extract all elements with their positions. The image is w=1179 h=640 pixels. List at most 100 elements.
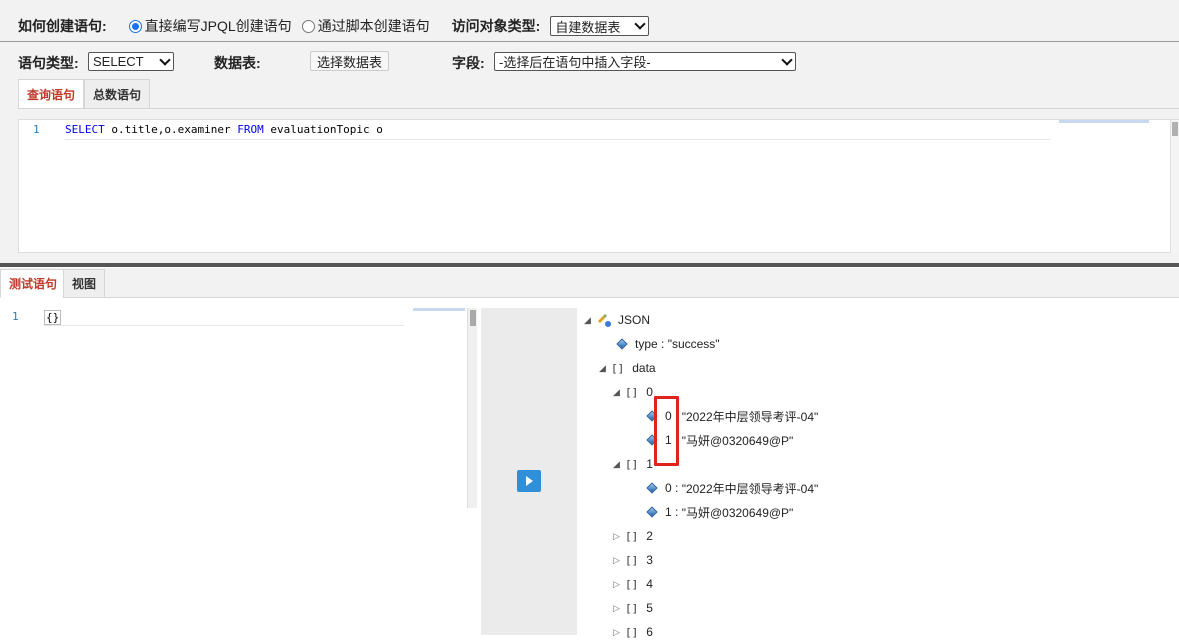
array-icon: [] [625, 457, 639, 471]
leaf-value: "2022年中层领导考评-04" [681, 409, 819, 424]
expand-arrow-icon[interactable]: ◢ [613, 459, 625, 470]
leaf-value: "马妍@0320649@P" [681, 433, 794, 448]
highlight-annotation-box [654, 396, 679, 466]
item-index: 3 [646, 553, 653, 567]
line-number: 1 [33, 123, 40, 136]
divider [0, 41, 1179, 42]
scrollbar-thumb[interactable] [1172, 122, 1178, 136]
field-label: 字段: [452, 55, 485, 71]
keyword-from: FROM [237, 123, 264, 136]
item-index: 4 [646, 577, 653, 591]
tree-node-item[interactable]: ▷ [] 6 [613, 624, 653, 640]
json-tree-view: ◢ JSON type : "success" ◢ [] data ◢ [] 0… [578, 308, 1179, 639]
collapse-arrow-icon[interactable]: ▷ [613, 603, 625, 614]
choose-table-button[interactable]: 选择数据表 [310, 51, 390, 71]
tab-query[interactable]: 查询语句 [18, 79, 85, 109]
minimap[interactable] [413, 308, 465, 311]
expand-arrow-icon[interactable]: ◢ [584, 315, 596, 326]
code-columns: o.title,o.examiner [104, 123, 238, 136]
query-code-editor[interactable]: 1 SELECT o.title,o.examiner FROM evaluat… [18, 119, 1179, 253]
radio-jpql-label[interactable]: 直接编写JPQL创建语句 [145, 16, 292, 36]
access-type-value: 自建数据表 [555, 19, 621, 35]
tree-node-item[interactable]: ▷ [] 5 [613, 600, 653, 616]
array-icon: [] [625, 553, 639, 567]
statement-config-panel: 如何创建语句: 直接编写JPQL创建语句 通过脚本创建语句 访问对象类型: 自建… [0, 0, 1179, 265]
leaf-key: 0 [665, 481, 672, 495]
leaf-value: "马妍@0320649@P" [681, 505, 794, 520]
test-tabs: 测试语句 视图 [0, 268, 1179, 298]
item-index: 0 [646, 385, 653, 399]
editor-scrollbar[interactable] [1170, 120, 1179, 253]
run-button[interactable] [517, 470, 541, 492]
radio-script[interactable] [301, 19, 315, 33]
keyword-select: SELECT [65, 123, 105, 136]
current-line-highlight [44, 309, 404, 326]
collapse-arrow-icon[interactable]: ▷ [613, 579, 625, 590]
collapse-arrow-icon[interactable]: ▷ [613, 531, 625, 542]
value-icon [616, 338, 628, 350]
field-value: -选择后在语句中插入字段- [499, 55, 651, 70]
tab-test[interactable]: 测试语句 [0, 269, 67, 298]
tree-node-data[interactable]: ◢ [] data [599, 360, 656, 376]
array-icon: [] [625, 529, 639, 543]
json-icon [596, 312, 612, 328]
stmt-type-label: 语句类型: [18, 55, 79, 71]
chevron-down-icon [159, 53, 171, 66]
tree-node-root[interactable]: ◢ JSON [584, 312, 650, 328]
tab-underline [18, 108, 1179, 109]
line-number: 1 [12, 310, 19, 323]
tree-node-item[interactable]: ◢ [] 0 [613, 384, 653, 400]
collapse-arrow-icon[interactable]: ▷ [613, 627, 625, 638]
leaf-value: "2022年中层领导考评-04" [681, 481, 819, 496]
array-icon: [] [625, 385, 639, 399]
create-method-row: 如何创建语句: 直接编写JPQL创建语句 通过脚本创建语句 访问对象类型: 自建… [18, 14, 650, 38]
tree-node-item[interactable]: ▷ [] 2 [613, 528, 653, 544]
splitter[interactable] [0, 263, 1179, 267]
expand-arrow-icon[interactable]: ◢ [599, 363, 611, 374]
query-tabs: 查询语句 总数语句 [18, 79, 151, 109]
tree-node-type[interactable]: type : "success" [616, 336, 720, 352]
root-label: JSON [618, 313, 651, 327]
item-index: 6 [646, 625, 653, 639]
run-column [481, 308, 577, 635]
field-select[interactable]: -选择后在语句中插入字段- [494, 52, 796, 71]
tab-count[interactable]: 总数语句 [84, 79, 151, 109]
chevron-down-icon [634, 18, 647, 30]
tree-leaf[interactable]: 1 : "马妍@0320649@P" [646, 504, 794, 520]
how-create-label: 如何创建语句: [18, 18, 107, 34]
item-index: 1 [646, 457, 653, 471]
access-type-label: 访问对象类型: [451, 18, 541, 34]
scrollbar-thumb[interactable] [470, 310, 476, 326]
chevron-down-icon [781, 53, 793, 66]
item-index: 5 [646, 601, 653, 615]
collapse-arrow-icon[interactable]: ▷ [613, 555, 625, 566]
statement-options-row: 语句类型: SELECT 数据表: 选择数据表 字段: -选择后在语句中插入字段… [18, 51, 1168, 73]
value-icon [646, 506, 658, 518]
value-icon [646, 482, 658, 494]
expand-arrow-icon[interactable]: ◢ [613, 387, 625, 398]
code-line[interactable]: SELECT o.title,o.examiner FROM evaluatio… [65, 123, 383, 136]
type-key: type [635, 337, 658, 351]
table-label: 数据表: [214, 55, 261, 71]
stmt-type-value: SELECT [93, 54, 144, 69]
tree-node-item[interactable]: ▷ [] 3 [613, 552, 653, 568]
tree-node-item[interactable]: ◢ [] 1 [613, 456, 653, 472]
tab-view[interactable]: 视图 [63, 269, 106, 298]
radio-jpql[interactable] [128, 19, 142, 33]
code-line[interactable]: {} [44, 310, 62, 325]
data-key: data [632, 361, 656, 375]
radio-script-label[interactable]: 通过脚本创建语句 [318, 16, 430, 36]
minimap[interactable] [1059, 120, 1149, 123]
array-icon: [] [625, 577, 639, 591]
tree-leaf[interactable]: 0 : "2022年中层领导考评-04" [646, 480, 819, 496]
access-type-select[interactable]: 自建数据表 [550, 16, 650, 36]
array-icon: [] [611, 361, 625, 375]
item-index: 2 [646, 529, 653, 543]
array-icon: [] [625, 625, 639, 639]
test-code-editor[interactable]: 1 {} [0, 308, 480, 635]
editor-scrollbar[interactable] [467, 308, 477, 508]
code-table: evaluationTopic o [263, 123, 383, 136]
type-value: "success" [667, 337, 720, 351]
tree-node-item[interactable]: ▷ [] 4 [613, 576, 653, 592]
stmt-type-select[interactable]: SELECT [88, 52, 174, 71]
